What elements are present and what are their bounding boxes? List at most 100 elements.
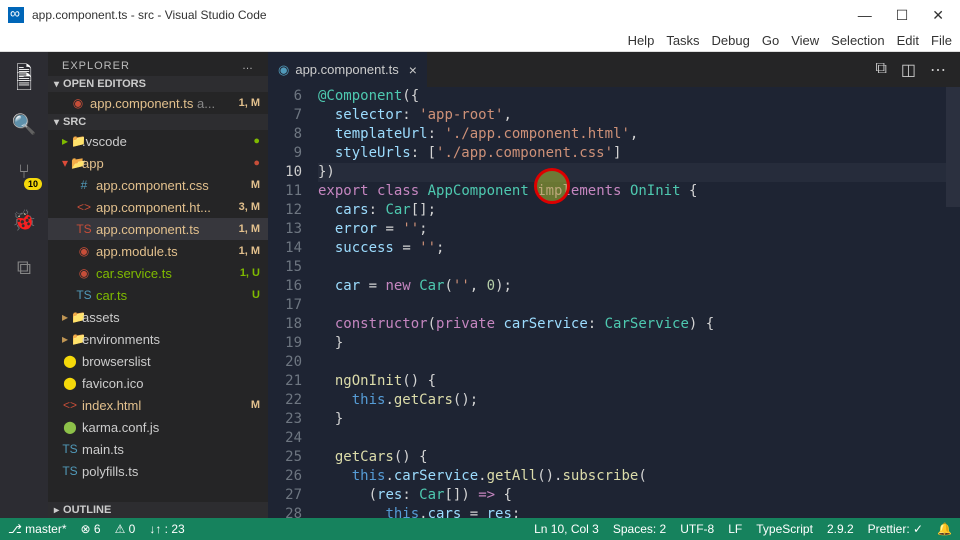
tree-item[interactable]: TSmain.ts [48, 438, 268, 460]
debug-icon[interactable]: 🐞 [10, 206, 38, 234]
language-mode[interactable]: TypeScript [756, 522, 813, 536]
file-name: assets [82, 310, 236, 325]
close-tab-icon[interactable]: × [409, 62, 417, 78]
cursor-position[interactable]: Ln 10, Col 3 [534, 522, 599, 536]
sidebar: EXPLORER… ▾OPEN EDITORS ◉ app.component.… [48, 52, 268, 518]
file-name: index.html [82, 398, 236, 413]
file-name: app.component.ts [96, 222, 236, 237]
git-status: ● [236, 157, 268, 169]
problems-warnings[interactable]: ⚠ 0 [115, 522, 136, 536]
open-editor-item[interactable]: ◉ app.component.ts a... 1, M [48, 92, 268, 114]
tree-item[interactable]: ⬤ browserslist [48, 350, 268, 372]
sync-status[interactable]: ↓↑ : 23 [149, 522, 184, 536]
file-name: favicon.ico [82, 376, 236, 391]
activity-bar: 🗎🗎 🔍 ⑂10 🐞 ⧉ [0, 52, 48, 518]
branch-indicator[interactable]: ⎇ master* [8, 522, 67, 536]
file-icon: ⬤ [62, 420, 78, 434]
tree-item[interactable]: ⬤ karma.conf.js [48, 416, 268, 438]
file-name: main.ts [82, 442, 236, 457]
indentation[interactable]: Spaces: 2 [613, 522, 666, 536]
file-name: browserslist [82, 354, 236, 369]
menu-selection[interactable]: Selection [831, 33, 884, 48]
menubar: Help Tasks Debug Go View Selection Edit File [0, 30, 960, 52]
ts-icon: TS [62, 464, 78, 478]
tree-item[interactable]: ▾ 📂 app● [48, 152, 268, 174]
menu-go[interactable]: Go [762, 33, 779, 48]
encoding[interactable]: UTF-8 [680, 522, 714, 536]
sidebar-title: EXPLORER… [48, 52, 268, 76]
section-open-editors[interactable]: ▾OPEN EDITORS [48, 76, 268, 92]
file-name: car.service.ts [96, 266, 236, 281]
section-outline[interactable]: ▸OUTLINE [48, 502, 268, 518]
file-name: karma.conf.js [82, 420, 236, 435]
more-icon[interactable]: … [242, 60, 254, 72]
status-bar: ⎇ master* ⊗ 6 ⚠ 0 ↓↑ : 23 Ln 10, Col 3 S… [0, 518, 960, 540]
menu-file[interactable]: File [931, 33, 952, 48]
tree-item[interactable]: <> index.htmlM [48, 394, 268, 416]
tree-item[interactable]: ▸ 📁environments [48, 328, 268, 350]
ts-version[interactable]: 2.9.2 [827, 522, 854, 536]
compare-icon[interactable]: ⧉ [875, 60, 886, 80]
git-status: M [236, 179, 268, 191]
tab-app-component[interactable]: ◉ app.component.ts × [268, 52, 427, 87]
explorer-icon[interactable]: 🗎🗎 [10, 62, 38, 90]
window-title: app.component.ts - src - Visual Studio C… [32, 8, 267, 22]
vscode-icon [8, 7, 24, 23]
editor-area: ◉ app.component.ts × ⧉ ◫ ⋯ 6789101112131… [268, 52, 960, 518]
menu-help[interactable]: Help [628, 33, 655, 48]
problems-errors[interactable]: ⊗ 6 [81, 522, 101, 536]
file-name: car.ts [96, 288, 236, 303]
menu-edit[interactable]: Edit [897, 33, 919, 48]
notifications-icon[interactable]: 🔔 [937, 522, 952, 536]
git-status: 1, M [236, 245, 268, 257]
html-icon: <> [62, 398, 78, 412]
maximize-icon[interactable]: ☐ [896, 7, 909, 24]
minimap-slider[interactable] [946, 87, 960, 207]
close-icon[interactable]: ✕ [932, 7, 944, 24]
tree-item[interactable]: ▸ 📁 assets [48, 306, 268, 328]
git-status: 3, M [236, 201, 268, 213]
git-status: 1, U [236, 267, 268, 279]
tab-label: app.component.ts [295, 62, 398, 77]
angular-icon: ◉ [278, 62, 289, 78]
tree-item[interactable]: TSpolyfills.ts [48, 460, 268, 482]
section-src[interactable]: ▾SRC [48, 114, 268, 130]
folder-icon: ▸ 📁 [62, 310, 78, 324]
code-editor[interactable]: 6789101112131415161718192021222324252627… [268, 87, 960, 518]
menu-debug[interactable]: Debug [712, 33, 750, 48]
folder-icon: ▸ 📁 [62, 134, 78, 148]
folder-open-icon: ▾ 📂 [62, 156, 78, 170]
tree-item[interactable]: ◉ app.module.ts1, M [48, 240, 268, 262]
git-status: U [236, 289, 268, 301]
menu-view[interactable]: View [791, 33, 819, 48]
prettier-status[interactable]: Prettier: ✓ [868, 522, 923, 536]
eol[interactable]: LF [728, 522, 742, 536]
minimize-icon[interactable]: — [858, 7, 872, 24]
ng-icon: ◉ [76, 244, 92, 258]
git-status: ● [236, 135, 268, 147]
file-name: app.module.ts [96, 244, 236, 259]
more-icon[interactable]: ⋯ [930, 60, 946, 80]
git-status: 1, M [236, 223, 268, 235]
menu-tasks[interactable]: Tasks [666, 33, 699, 48]
folder-icon: ▸ 📁 [62, 332, 78, 346]
minimap[interactable] [946, 87, 960, 518]
ts-icon: TS [76, 288, 92, 302]
file-name: app [82, 156, 236, 171]
git-status: M [236, 399, 268, 411]
source-control-icon[interactable]: ⑂10 [10, 158, 38, 186]
tree-item[interactable]: <>app.component.ht...3, M [48, 196, 268, 218]
tree-item[interactable]: ▸ 📁.vscode● [48, 130, 268, 152]
split-editor-icon[interactable]: ◫ [901, 60, 916, 80]
extensions-icon[interactable]: ⧉ [10, 254, 38, 282]
tab-bar: ◉ app.component.ts × ⧉ ◫ ⋯ [268, 52, 960, 87]
tree-item[interactable]: ⬤favicon.ico [48, 372, 268, 394]
search-icon[interactable]: 🔍 [10, 110, 38, 138]
file-name: app.component.ht... [96, 200, 236, 215]
tree-item[interactable]: ◉car.service.ts1, U [48, 262, 268, 284]
tree-item[interactable]: TS car.tsU [48, 284, 268, 306]
file-icon: ⬤ [62, 354, 78, 368]
tree-item[interactable]: #app.component.cssM [48, 174, 268, 196]
ts-icon: TS [76, 222, 92, 236]
tree-item[interactable]: TS app.component.ts1, M [48, 218, 268, 240]
